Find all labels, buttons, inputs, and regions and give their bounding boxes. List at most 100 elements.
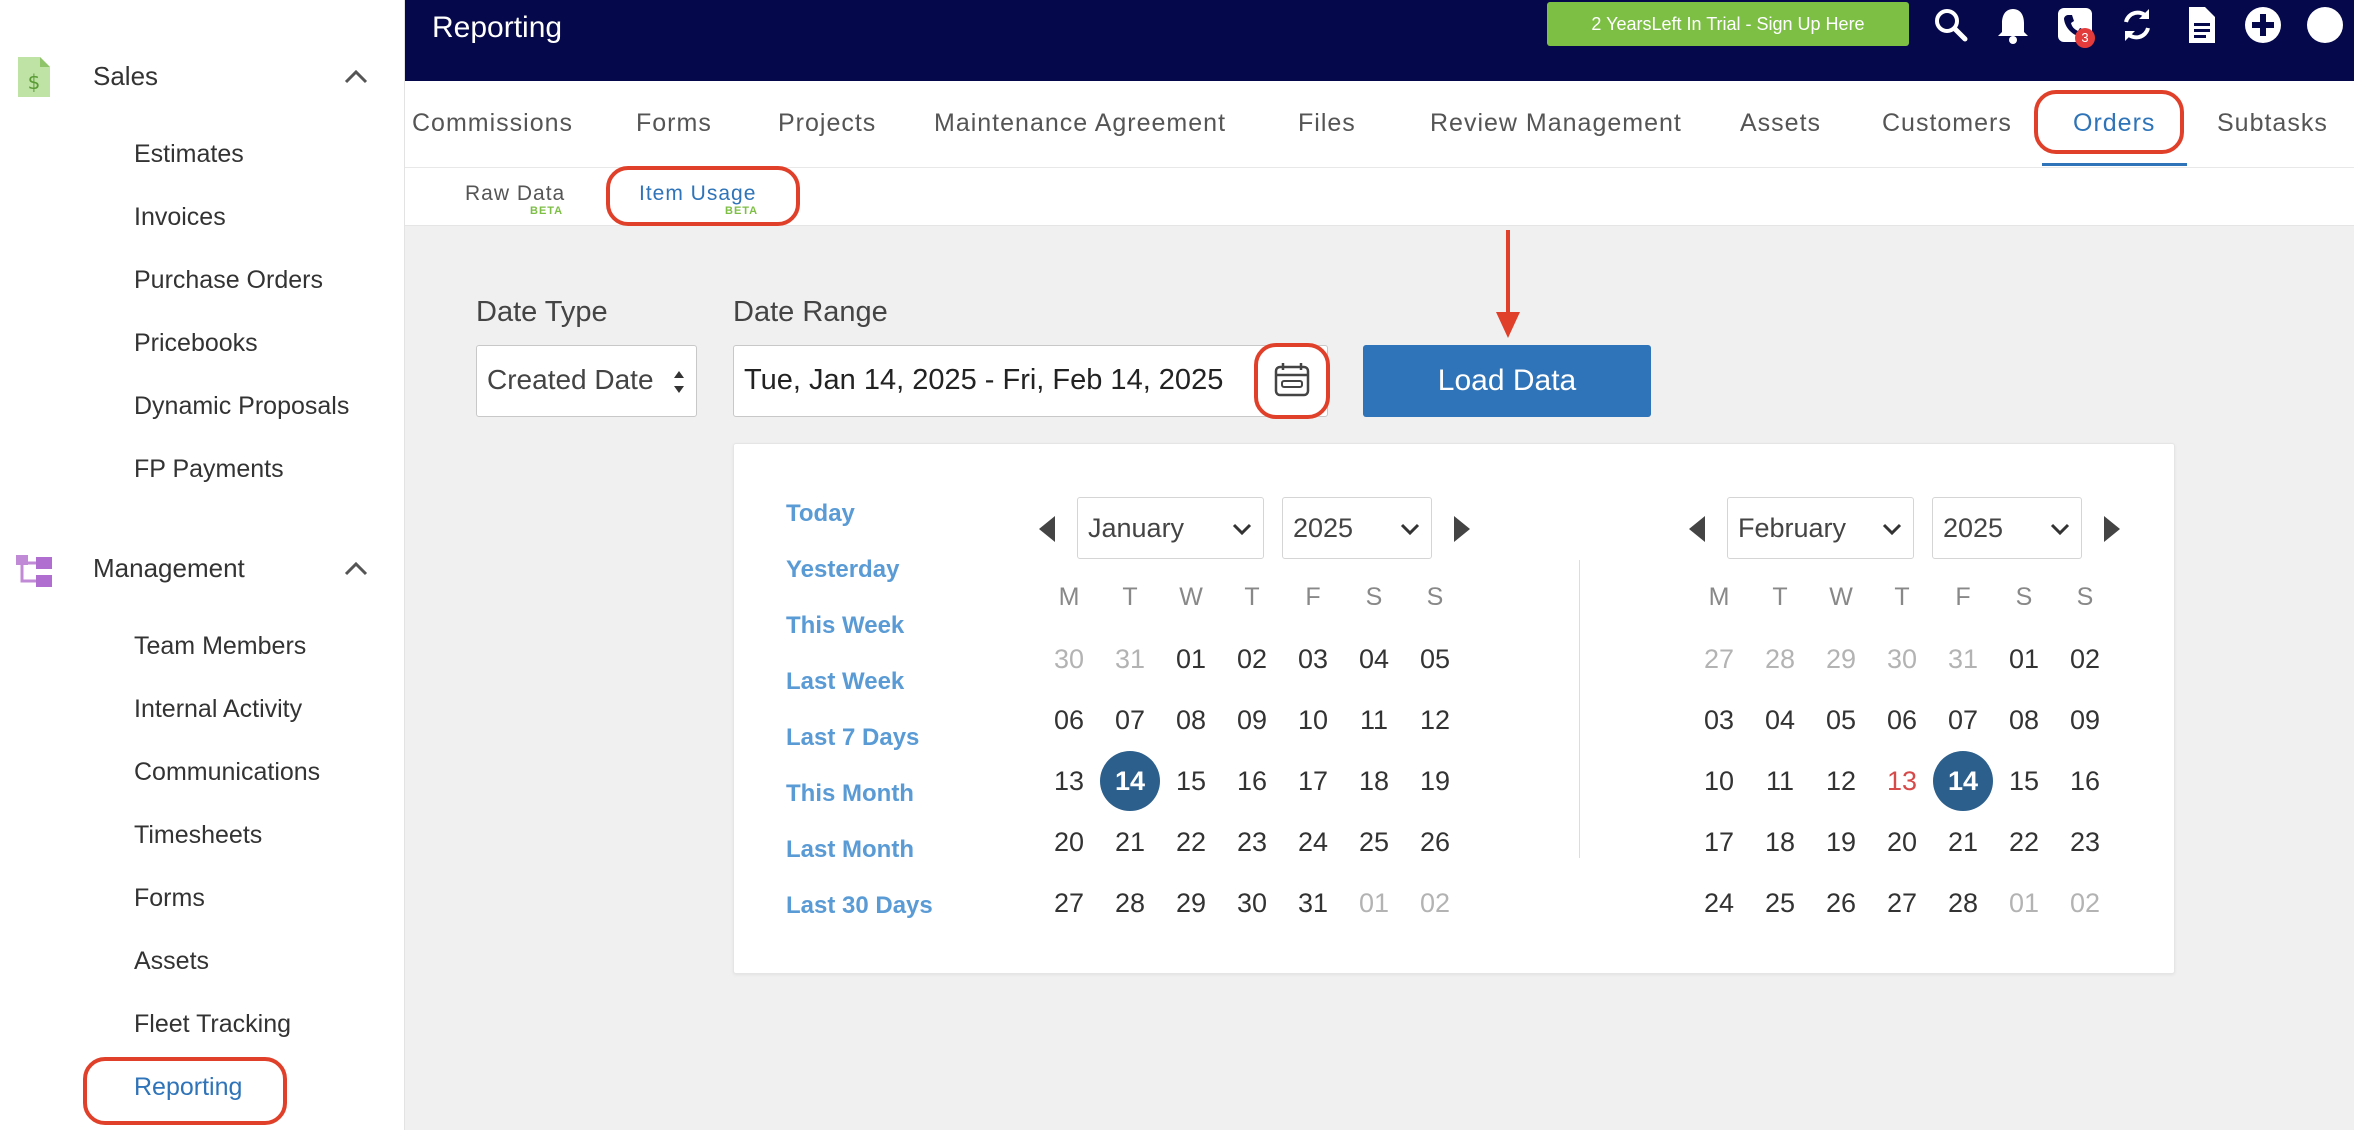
calendar-day[interactable]: 15 (1994, 751, 2054, 811)
calendar-day[interactable]: 25 (1344, 812, 1404, 872)
bell-icon[interactable] (1993, 5, 2033, 45)
right-month-select[interactable]: February (1727, 497, 1914, 559)
plus-circle-icon[interactable] (2243, 5, 2283, 45)
sidebar-item-fleet-tracking[interactable]: Fleet Tracking (134, 1004, 291, 1044)
calendar-day[interactable]: 27 (1872, 873, 1932, 933)
calendar-day[interactable]: 19 (1811, 812, 1871, 872)
calendar-day[interactable]: 19 (1405, 751, 1465, 811)
calendar-day[interactable]: 20 (1039, 812, 1099, 872)
calendar-day[interactable]: 01 (1994, 629, 2054, 689)
calendar-day[interactable]: 30 (1039, 629, 1099, 689)
calendar-day[interactable]: 01 (1994, 873, 2054, 933)
calendar-day[interactable]: 26 (1405, 812, 1465, 872)
calendar-day[interactable]: 02 (2055, 629, 2115, 689)
tab-review-management[interactable]: Review Management (1430, 109, 1682, 138)
calendar-day-selected[interactable]: 14 (1933, 751, 1993, 811)
calendar-day[interactable]: 23 (1222, 812, 1282, 872)
calendar-day[interactable]: 07 (1933, 690, 1993, 750)
tab-commissions[interactable]: Commissions (412, 109, 573, 138)
document-icon[interactable] (2181, 5, 2221, 45)
preset-last-30-days[interactable]: Last 30 Days (786, 892, 933, 920)
preset-last-week[interactable]: Last Week (786, 668, 904, 696)
calendar-day[interactable]: 28 (1750, 629, 1810, 689)
left-month-select[interactable]: January (1077, 497, 1264, 559)
sidebar-item-pricebooks[interactable]: Pricebooks (134, 323, 258, 363)
calendar-day[interactable]: 04 (1344, 629, 1404, 689)
sidebar-section-sales[interactable]: $ Sales (0, 47, 405, 107)
calendar-day[interactable]: 12 (1405, 690, 1465, 750)
preset-this-week[interactable]: This Week (786, 612, 904, 640)
prev-month-arrow-icon[interactable] (1035, 514, 1059, 544)
sidebar-item-communications[interactable]: Communications (134, 752, 320, 792)
calendar-day[interactable]: 13 (1039, 751, 1099, 811)
sidebar-section-management[interactable]: Management (0, 539, 405, 599)
sidebar-item-team-members[interactable]: Team Members (134, 626, 306, 666)
calendar-day[interactable]: 22 (1161, 812, 1221, 872)
calendar-day[interactable]: 27 (1039, 873, 1099, 933)
calendar-day[interactable]: 04 (1750, 690, 1810, 750)
calendar-day[interactable]: 29 (1811, 629, 1871, 689)
calendar-day[interactable]: 31 (1283, 873, 1343, 933)
sidebar-item-timesheets[interactable]: Timesheets (134, 815, 262, 855)
sidebar-item-fp-payments[interactable]: FP Payments (134, 449, 284, 489)
tab-projects[interactable]: Projects (778, 109, 876, 138)
calendar-day[interactable]: 15 (1161, 751, 1221, 811)
calendar-day[interactable]: 06 (1872, 690, 1932, 750)
calendar-day[interactable]: 26 (1811, 873, 1871, 933)
sidebar-item-internal-activity[interactable]: Internal Activity (134, 689, 302, 729)
calendar-day[interactable]: 09 (2055, 690, 2115, 750)
trial-signup-button[interactable]: 2 YearsLeft In Trial - Sign Up Here (1547, 2, 1909, 46)
user-avatar-icon[interactable] (2305, 5, 2345, 45)
sidebar-item-purchase-orders[interactable]: Purchase Orders (134, 260, 323, 300)
calendar-day[interactable]: 22 (1994, 812, 2054, 872)
preset-this-month[interactable]: This Month (786, 780, 914, 808)
calendar-day[interactable]: 24 (1283, 812, 1343, 872)
chevron-up-icon[interactable] (340, 553, 372, 585)
chevron-up-icon[interactable] (340, 61, 372, 93)
calendar-day[interactable]: 02 (2055, 873, 2115, 933)
calendar-day[interactable]: 16 (1222, 751, 1282, 811)
subtab-raw-data[interactable]: Raw Data (465, 182, 565, 206)
sidebar-item-dynamic-proposals[interactable]: Dynamic Proposals (134, 386, 349, 426)
calendar-day[interactable]: 23 (2055, 812, 2115, 872)
calendar-day[interactable]: 13 (1872, 751, 1932, 811)
preset-today[interactable]: Today (786, 500, 855, 528)
tab-forms[interactable]: Forms (636, 109, 712, 138)
next-month-arrow-icon[interactable] (1450, 514, 1474, 544)
prev-month-arrow-icon[interactable] (1685, 514, 1709, 544)
calendar-day[interactable]: 31 (1933, 629, 1993, 689)
tab-subtasks[interactable]: Subtasks (2217, 109, 2328, 138)
calendar-day[interactable]: 17 (1283, 751, 1343, 811)
sync-icon[interactable] (2117, 5, 2157, 45)
calendar-day[interactable]: 21 (1100, 812, 1160, 872)
tab-customers[interactable]: Customers (1882, 109, 2012, 138)
calendar-day-selected[interactable]: 14 (1100, 751, 1160, 811)
calendar-day[interactable]: 21 (1933, 812, 1993, 872)
preset-last-month[interactable]: Last Month (786, 836, 914, 864)
calendar-day[interactable]: 05 (1405, 629, 1465, 689)
calendar-day[interactable]: 01 (1161, 629, 1221, 689)
sidebar-item-estimates[interactable]: Estimates (134, 134, 244, 174)
calendar-day[interactable]: 25 (1750, 873, 1810, 933)
calendar-day[interactable]: 08 (1994, 690, 2054, 750)
calendar-day[interactable]: 24 (1689, 873, 1749, 933)
calendar-day[interactable]: 08 (1161, 690, 1221, 750)
calendar-day[interactable]: 01 (1344, 873, 1404, 933)
calendar-day[interactable]: 18 (1344, 751, 1404, 811)
calendar-day[interactable]: 03 (1689, 690, 1749, 750)
sidebar-item-forms[interactable]: Forms (134, 878, 205, 918)
preset-last-7-days[interactable]: Last 7 Days (786, 724, 919, 752)
calendar-day[interactable]: 02 (1405, 873, 1465, 933)
calendar-day[interactable]: 20 (1872, 812, 1932, 872)
calendar-day[interactable]: 12 (1811, 751, 1871, 811)
load-data-button[interactable]: Load Data (1363, 345, 1651, 417)
right-year-select[interactable]: 2025 (1932, 497, 2082, 559)
calendar-day[interactable]: 30 (1222, 873, 1282, 933)
next-month-arrow-icon[interactable] (2100, 514, 2124, 544)
search-icon[interactable] (1931, 5, 1971, 45)
calendar-day[interactable]: 29 (1161, 873, 1221, 933)
calendar-day[interactable]: 28 (1100, 873, 1160, 933)
calendar-day[interactable]: 27 (1689, 629, 1749, 689)
date-type-select[interactable]: Created Date (476, 345, 697, 417)
calendar-day[interactable]: 11 (1750, 751, 1810, 811)
